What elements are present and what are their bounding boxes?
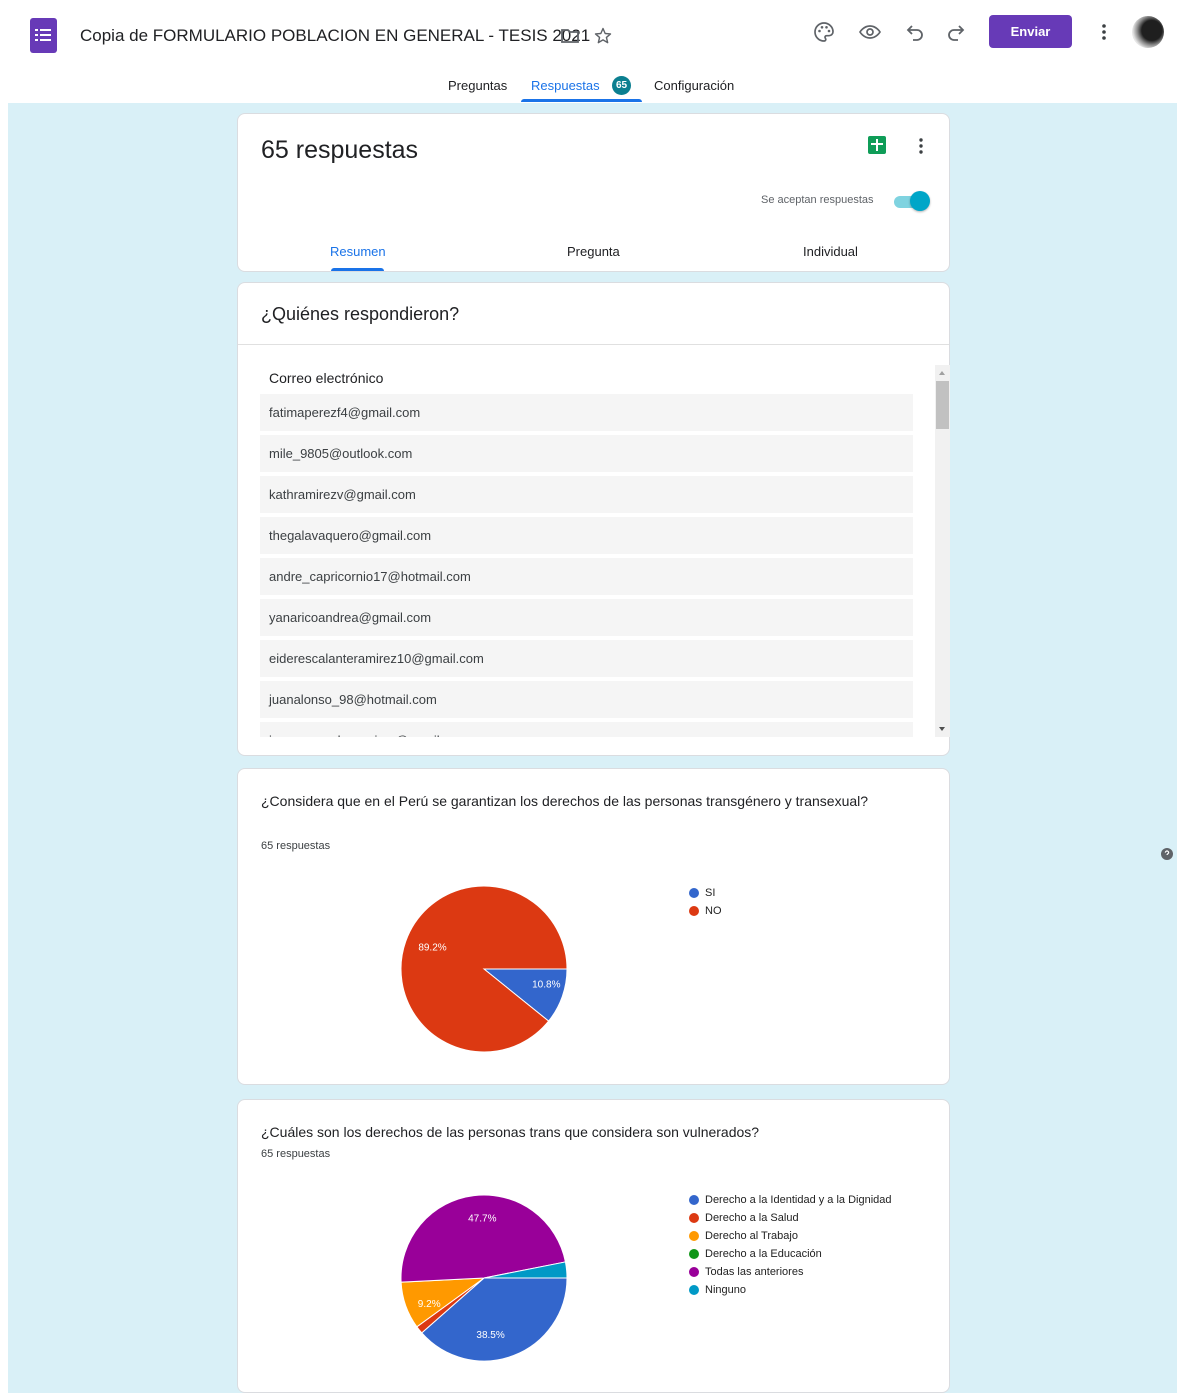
sheets-icon[interactable] bbox=[868, 136, 886, 154]
legend-item: Ninguno bbox=[689, 1281, 892, 1299]
legend-label: Todas las anteriores bbox=[705, 1266, 804, 1278]
email-column-header: Correo electrónico bbox=[269, 370, 384, 386]
pie-slice[interactable] bbox=[400, 885, 568, 1053]
slice-percent-label: 9.2% bbox=[418, 1299, 441, 1310]
palette-icon[interactable] bbox=[812, 20, 836, 44]
email-list[interactable]: fatimaperezf4@gmail.com mile_9805@outloo… bbox=[260, 394, 913, 737]
top-bar: Copia de FORMULARIO POBLACION EN GENERAL… bbox=[0, 0, 1177, 70]
email-row: eiderescalanteramirez10@gmail.com bbox=[260, 640, 913, 677]
email-row: kathramirezv@gmail.com bbox=[260, 476, 913, 513]
undo-icon[interactable] bbox=[903, 20, 927, 44]
legend-item: Derecho al Trabajo bbox=[689, 1227, 892, 1245]
email-row: mile_9805@outlook.com bbox=[260, 435, 913, 472]
send-button[interactable]: Enviar bbox=[989, 15, 1072, 48]
legend-label: Derecho a la Salud bbox=[705, 1212, 799, 1224]
tab-settings[interactable]: Configuración bbox=[654, 78, 734, 93]
legend-color-dot bbox=[689, 1213, 699, 1223]
redo-icon[interactable] bbox=[944, 20, 968, 44]
responses-more-icon[interactable] bbox=[913, 136, 929, 156]
active-tab-indicator bbox=[521, 99, 642, 102]
tab-responses[interactable]: Respuestas bbox=[531, 78, 600, 93]
legend-item: NO bbox=[689, 902, 722, 920]
legend-label: Ninguno bbox=[705, 1284, 746, 1296]
responses-count-title: 65 respuestas bbox=[261, 136, 419, 164]
legend-label: Derecho a la Identidad y a la Dignidad bbox=[705, 1194, 892, 1206]
divider bbox=[238, 344, 949, 345]
question-card-2: ¿Cuáles son los derechos de las personas… bbox=[237, 1099, 950, 1393]
slice-percent-label: 89.2% bbox=[418, 943, 446, 954]
help-icon[interactable] bbox=[1158, 848, 1176, 860]
document-title[interactable]: Copia de FORMULARIO POBLACION EN GENERAL… bbox=[80, 26, 590, 46]
email-row: andre_capricornio17@hotmail.com bbox=[260, 558, 913, 595]
legend-label: Derecho al Trabajo bbox=[705, 1230, 798, 1242]
tab-question[interactable]: Pregunta bbox=[567, 244, 620, 259]
tab-individual[interactable]: Individual bbox=[803, 244, 858, 259]
pie-chart: 10.8% 89.2% bbox=[400, 885, 568, 1053]
email-row: thegalavaquero@gmail.com bbox=[260, 517, 913, 554]
tab-questions[interactable]: Preguntas bbox=[448, 78, 507, 93]
legend-color-dot bbox=[689, 1231, 699, 1241]
star-icon[interactable] bbox=[593, 26, 613, 46]
scroll-up-arrow-icon[interactable] bbox=[939, 371, 945, 375]
more-options-icon[interactable] bbox=[1094, 22, 1114, 42]
accepting-responses-label: Se aceptan respuestas bbox=[761, 194, 874, 206]
scrollbar-thumb[interactable] bbox=[936, 381, 949, 429]
responses-summary-card: 65 respuestas Se aceptan respuestas Resu… bbox=[237, 113, 950, 272]
legend-color-dot bbox=[689, 1285, 699, 1295]
toggle-knob[interactable] bbox=[910, 191, 930, 211]
legend-item: Todas las anteriores bbox=[689, 1263, 892, 1281]
email-row: yanaricoandrea@gmail.com bbox=[260, 599, 913, 636]
legend-color-dot bbox=[689, 888, 699, 898]
preview-eye-icon[interactable] bbox=[858, 20, 882, 44]
email-row: juanalonso_98@hotmail.com bbox=[260, 681, 913, 718]
folder-icon[interactable] bbox=[560, 28, 580, 44]
responses-count-badge: 65 bbox=[612, 76, 631, 95]
forms-app-icon[interactable] bbox=[30, 18, 57, 53]
who-responded-title: ¿Quiénes respondieron? bbox=[261, 304, 460, 324]
legend-label: SI bbox=[705, 887, 716, 899]
legend-color-dot bbox=[689, 1195, 699, 1205]
form-tabs: Preguntas Respuestas 65 Configuración bbox=[0, 70, 1177, 103]
scroll-down-arrow-icon[interactable] bbox=[939, 727, 945, 731]
chart-legend: SI NO bbox=[689, 884, 722, 920]
email-row: jamespuccchoramirez@gmail.com bbox=[260, 722, 913, 737]
email-row: fatimaperezf4@gmail.com bbox=[260, 394, 913, 431]
legend-label: NO bbox=[705, 905, 722, 917]
legend-color-dot bbox=[689, 1249, 699, 1259]
tab-summary[interactable]: Resumen bbox=[330, 244, 386, 259]
legend-item: SI bbox=[689, 884, 722, 902]
legend-label: Derecho a la Educación bbox=[705, 1248, 822, 1260]
user-avatar[interactable] bbox=[1132, 16, 1164, 48]
legend-item: Derecho a la Salud bbox=[689, 1209, 892, 1227]
chart-legend: Derecho a la Identidad y a la Dignidad De… bbox=[689, 1191, 892, 1299]
slice-percent-label: 10.8% bbox=[532, 979, 560, 990]
active-subtab-indicator bbox=[331, 268, 384, 271]
legend-color-dot bbox=[689, 1267, 699, 1277]
legend-item: Derecho a la Educación bbox=[689, 1245, 892, 1263]
who-responded-card: ¿Quiénes respondieron? Correo electrónic… bbox=[237, 282, 950, 756]
slice-percent-label: 47.7% bbox=[468, 1214, 496, 1225]
legend-item: Derecho a la Identidad y a la Dignidad bbox=[689, 1191, 892, 1209]
question-card-1: ¿Considera que en el Perú se garantizan … bbox=[237, 768, 950, 1085]
slice-percent-label: 38.5% bbox=[476, 1330, 504, 1341]
legend-color-dot bbox=[689, 906, 699, 916]
